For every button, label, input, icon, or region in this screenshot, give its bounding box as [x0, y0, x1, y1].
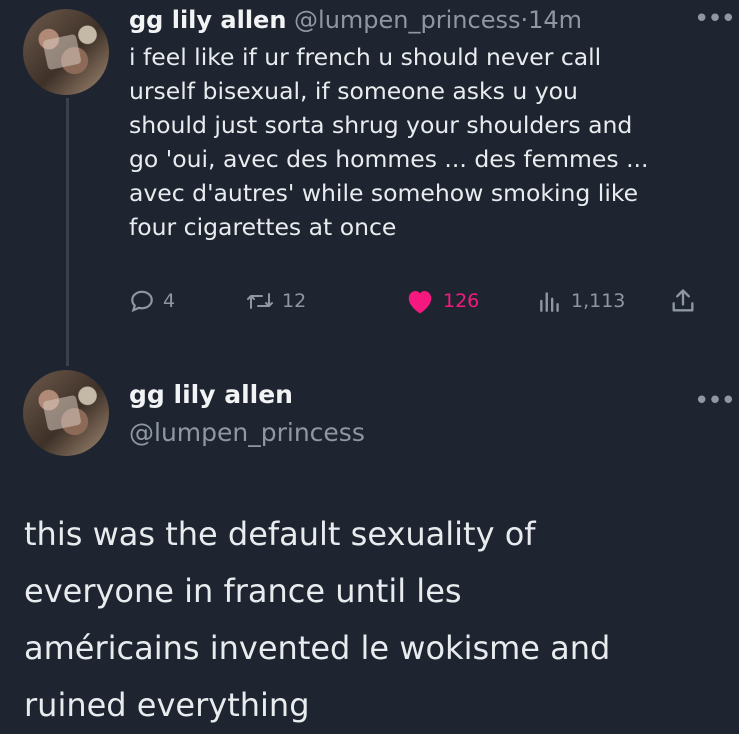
tweet-text-line: go 'oui, avec des hommes ... des femmes … [129, 145, 649, 173]
more-options-icon[interactable]: ••• [694, 388, 736, 414]
views-count: 1,113 [571, 290, 626, 312]
more-options-icon[interactable]: ••• [694, 6, 736, 32]
reply-icon [131, 290, 153, 313]
tweet-header: gg lily allen @lumpen_princess·14m [129, 6, 582, 34]
separator-dot: · [520, 6, 529, 34]
handle[interactable]: @lumpen_princess [129, 418, 365, 447]
like-button[interactable]: 126 [405, 284, 479, 318]
tweet-text-line: ruined everything [24, 686, 310, 724]
tweet-text-line: this was the default sexuality of [24, 515, 536, 553]
tweet-text-line: américains invented le wokisme and [24, 629, 611, 667]
heart-filled-icon [408, 291, 432, 314]
retweet-button[interactable]: 12 [246, 284, 306, 318]
display-name[interactable]: gg lily allen [129, 380, 293, 409]
handle[interactable]: @lumpen_princess [294, 6, 520, 34]
tweet-text-line: four cigarettes at once [129, 213, 397, 241]
views-chart-icon [540, 292, 559, 312]
avatar[interactable] [23, 9, 109, 95]
tweet-actions: 4 12 126 1,113 [129, 284, 729, 318]
display-name[interactable]: gg lily allen [129, 6, 286, 34]
tweet-text-line: avec d'autres' while somehow smoking lik… [129, 179, 639, 207]
avatar[interactable] [23, 370, 109, 456]
views-button[interactable]: 1,113 [537, 284, 625, 318]
share-icon [672, 289, 694, 312]
tweet-text-line: should just sorta shrug your shoulders a… [129, 111, 633, 139]
thread-connector-line [66, 98, 69, 366]
tweet-text: this was the default sexuality of everyo… [24, 506, 724, 734]
like-count: 126 [443, 290, 480, 312]
share-button[interactable] [669, 284, 697, 318]
retweet-icon [247, 293, 273, 309]
tweet-text-line: everyone in france until les [24, 572, 462, 610]
retweet-count: 12 [282, 290, 307, 312]
reply-button[interactable]: 4 [129, 284, 175, 318]
timestamp[interactable]: 14m [528, 6, 582, 34]
tweet-text-line: urself bisexual, if someone asks u you [129, 77, 578, 105]
tweet-text: i feel like if ur french u should never … [129, 40, 719, 244]
tweet-text-line: i feel like if ur french u should never … [129, 43, 602, 71]
reply-count: 4 [163, 290, 176, 312]
